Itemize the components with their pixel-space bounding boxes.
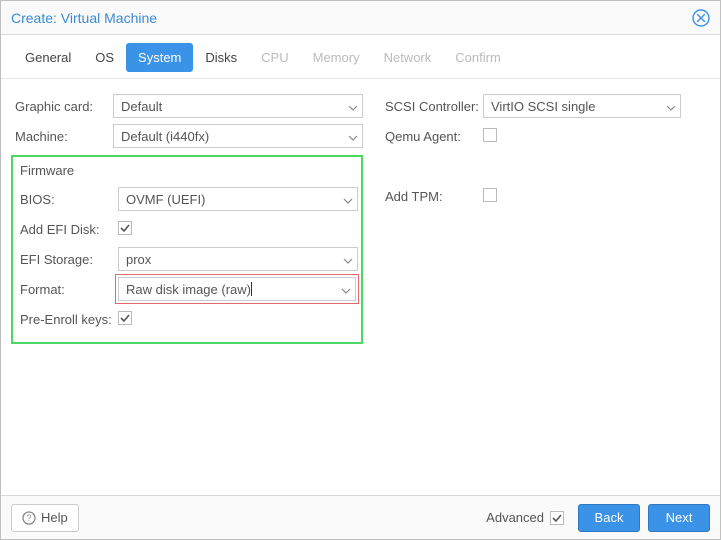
pre-enroll-keys-checkbox[interactable] xyxy=(118,311,132,325)
scsi-controller-select[interactable]: VirtIO SCSI single xyxy=(483,94,681,118)
window-title: Create: Virtual Machine xyxy=(11,10,692,26)
tab-memory: Memory xyxy=(301,43,372,72)
create-vm-window: Create: Virtual Machine General OS Syste… xyxy=(0,0,721,540)
qemu-agent-label: Qemu Agent: xyxy=(381,129,483,144)
qemu-agent-checkbox[interactable] xyxy=(483,128,497,142)
add-efi-disk-checkbox[interactable] xyxy=(118,221,132,235)
format-label: Format: xyxy=(16,282,118,297)
chevron-down-icon xyxy=(343,254,353,264)
graphic-card-value: Default xyxy=(121,99,162,114)
advanced-label: Advanced xyxy=(486,510,544,525)
bios-select[interactable]: OVMF (UEFI) xyxy=(118,187,358,211)
chevron-down-icon xyxy=(343,194,353,204)
advanced-checkbox[interactable] xyxy=(550,511,564,525)
close-icon[interactable] xyxy=(692,9,710,27)
tab-cpu: CPU xyxy=(249,43,300,72)
titlebar: Create: Virtual Machine xyxy=(1,1,720,35)
help-icon: ? xyxy=(22,511,36,525)
efi-storage-value: prox xyxy=(126,252,151,267)
machine-select[interactable]: Default (i440fx) xyxy=(113,124,363,148)
tab-confirm: Confirm xyxy=(443,43,513,72)
tab-network: Network xyxy=(372,43,444,72)
firmware-fieldset: Firmware BIOS: OVMF (UEFI) Add EFI Disk: xyxy=(11,155,363,344)
format-highlight: Raw disk image (raw) xyxy=(115,274,359,304)
bios-value: OVMF (UEFI) xyxy=(126,192,205,207)
help-label: Help xyxy=(41,510,68,525)
chevron-down-icon xyxy=(348,131,358,141)
back-button[interactable]: Back xyxy=(578,504,640,532)
efi-storage-select[interactable]: prox xyxy=(118,247,358,271)
firmware-legend: Firmware xyxy=(16,161,358,184)
next-button[interactable]: Next xyxy=(648,504,710,532)
bios-label: BIOS: xyxy=(16,192,118,207)
tabbar: General OS System Disks CPU Memory Netwo… xyxy=(1,35,720,79)
chevron-down-icon xyxy=(666,101,676,111)
format-select[interactable]: Raw disk image (raw) xyxy=(118,277,356,301)
graphic-card-select[interactable]: Default xyxy=(113,94,363,118)
back-label: Back xyxy=(595,510,624,525)
advanced-toggle[interactable]: Advanced xyxy=(486,510,564,525)
tab-os[interactable]: OS xyxy=(83,43,126,72)
tab-general[interactable]: General xyxy=(13,43,83,72)
svg-text:?: ? xyxy=(26,513,31,523)
graphic-card-label: Graphic card: xyxy=(11,99,113,114)
chevron-down-icon xyxy=(348,101,358,111)
chevron-down-icon xyxy=(341,284,351,294)
scsi-controller-label: SCSI Controller: xyxy=(381,99,483,114)
efi-storage-label: EFI Storage: xyxy=(16,252,118,267)
form-body: Graphic card: Default Machine: Default (… xyxy=(1,79,720,495)
add-efi-disk-label: Add EFI Disk: xyxy=(16,222,118,237)
add-tpm-checkbox[interactable] xyxy=(483,188,497,202)
machine-value: Default (i440fx) xyxy=(121,129,209,144)
machine-label: Machine: xyxy=(11,129,113,144)
footer: ? Help Advanced Back Next xyxy=(1,495,720,539)
tab-disks[interactable]: Disks xyxy=(193,43,249,72)
add-tpm-label: Add TPM: xyxy=(381,189,483,204)
tab-system[interactable]: System xyxy=(126,43,193,72)
help-button[interactable]: ? Help xyxy=(11,504,79,532)
next-label: Next xyxy=(666,510,693,525)
scsi-controller-value: VirtIO SCSI single xyxy=(491,99,596,114)
format-value: Raw disk image (raw) xyxy=(126,282,252,297)
pre-enroll-keys-label: Pre-Enroll keys: xyxy=(16,312,118,327)
